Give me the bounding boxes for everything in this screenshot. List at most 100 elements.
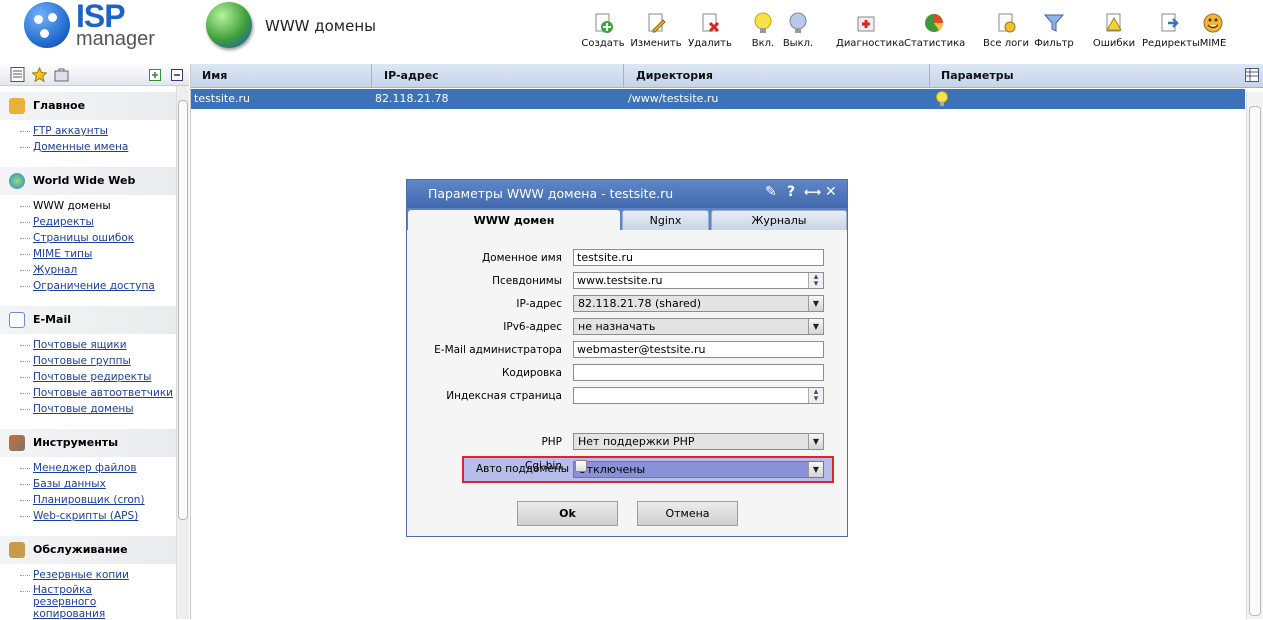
menu-group-header[interactable]: E-Mail [0, 306, 176, 334]
menu-item-mailboxes[interactable]: Почтовые ящики [20, 337, 176, 353]
charset-field[interactable] [573, 364, 824, 381]
diagnostics-button[interactable]: Диагностика [836, 12, 904, 49]
menu-item-label[interactable]: Планировщик (cron) [33, 494, 145, 506]
delete-button[interactable]: Удалить [682, 12, 738, 49]
menu-item-label[interactable]: Ограничение доступа [33, 280, 155, 292]
menu-item-redirects[interactable]: Редиректы [20, 214, 176, 230]
column-divider[interactable] [371, 64, 372, 88]
menu-item-log[interactable]: Журнал [20, 262, 176, 278]
globe-icon [206, 2, 252, 48]
admin-email-field[interactable]: webmaster@testsite.ru [573, 341, 824, 358]
menu-item-label[interactable]: Почтовые ящики [33, 339, 127, 351]
menu-item-www-domains[interactable]: WWW домены [20, 198, 176, 214]
column-header-directory[interactable]: Директория [636, 69, 713, 82]
menu-item-label[interactable]: Доменные имена [33, 141, 128, 153]
ip-select[interactable]: 82.118.21.78 (shared) ▼ [573, 295, 824, 312]
statistics-button[interactable]: Статистика [904, 12, 965, 49]
column-divider[interactable] [929, 64, 930, 88]
create-button[interactable]: Создать [575, 12, 631, 49]
menu-item-label[interactable]: Редиректы [33, 216, 94, 228]
table-row[interactable]: testsite.ru 82.118.21.78 /www/testsite.r… [191, 89, 1245, 109]
edit-button[interactable]: Изменить [628, 12, 684, 49]
redirects-button[interactable]: Редиректы [1142, 12, 1200, 49]
menu-item-mime-types[interactable]: MIME типы [20, 246, 176, 262]
menu-item-backups[interactable]: Резервные копии [20, 567, 176, 583]
chevron-down-icon[interactable]: ▼ [808, 319, 823, 334]
table-settings-icon[interactable] [1245, 68, 1259, 82]
bulb-on-icon [936, 91, 948, 106]
sidebar-scrollbar-thumb[interactable] [178, 100, 188, 520]
menu-item-cron[interactable]: Планировщик (cron) [20, 492, 176, 508]
menu-group-tools: Инструменты Менеджер файлов Базы данных … [0, 429, 176, 532]
menu-item-label[interactable]: Почтовые редиректы [33, 371, 151, 383]
aliases-field[interactable]: www.testsite.ru ▴ ▾ [573, 272, 824, 289]
menu-item-domain-names[interactable]: Доменные имена [20, 139, 176, 155]
menu-item-label[interactable]: FTP аккаунты [33, 125, 108, 137]
column-header-name[interactable]: Имя [202, 69, 227, 82]
collapse-all-icon[interactable] [171, 69, 183, 81]
table-scrollbar-thumb[interactable] [1249, 106, 1261, 616]
php-select[interactable]: Нет поддержки PHP ▼ [573, 433, 824, 450]
column-header-params[interactable]: Параметры [941, 69, 1014, 82]
menu-item-label[interactable]: Резервные копии [33, 569, 129, 581]
menu-item-label[interactable]: Менеджер файлов [33, 462, 137, 474]
menu-group-header[interactable]: Обслуживание [0, 536, 176, 564]
tab-nginx[interactable]: Nginx [622, 210, 709, 230]
menu-item-label[interactable]: Базы данных [33, 478, 106, 490]
menu-item-label[interactable]: WWW домены [33, 200, 111, 212]
expand-all-icon[interactable] [149, 69, 161, 81]
ipv6-select[interactable]: не назначать ▼ [573, 318, 824, 335]
menu-item-file-manager[interactable]: Менеджер файлов [20, 460, 176, 476]
menu-item-label[interactable]: Почтовые группы [33, 355, 131, 367]
expand-field-icon[interactable]: ▴ ▾ [808, 388, 823, 404]
chevron-down-icon[interactable]: ▼ [808, 434, 823, 449]
table-scrollbar[interactable] [1246, 92, 1263, 619]
menu-item-label[interactable]: MIME типы [33, 248, 92, 260]
dialog-titlebar[interactable]: Параметры WWW домена - testsite.ru ✎ ? ⟷… [407, 180, 847, 208]
list-icon[interactable] [10, 67, 25, 82]
favorites-star-icon[interactable] [32, 67, 47, 82]
menu-item-label[interactable]: Журнал [33, 264, 77, 276]
menu-group-header[interactable]: Инструменты [0, 429, 176, 457]
menu-item-error-pages[interactable]: Страницы ошибок [20, 230, 176, 246]
menu-item-web-scripts[interactable]: Web-скрипты (APS) [20, 508, 176, 524]
help-icon[interactable]: ? [787, 184, 795, 200]
menu-group-header[interactable]: Главное [0, 92, 176, 120]
menu-item-databases[interactable]: Базы данных [20, 476, 176, 492]
expand-field-icon[interactable]: ▴ ▾ [808, 273, 823, 289]
pin-icon[interactable]: ✎ [765, 184, 777, 200]
menu-item-access-restriction[interactable]: Ограничение доступа [20, 278, 176, 294]
index-page-field[interactable]: ▴ ▾ [573, 387, 824, 404]
ip-row: IP-адрес 82.118.21.78 (shared) ▼ [407, 294, 847, 314]
filter-button[interactable]: Фильтр [1026, 12, 1082, 49]
cancel-button[interactable]: Отмена [637, 501, 738, 526]
menu-group-header[interactable]: World Wide Web [0, 167, 176, 195]
errors-button[interactable]: Ошибки [1086, 12, 1142, 49]
menu-item-mail-domains[interactable]: Почтовые домены [20, 401, 176, 417]
disable-button[interactable]: Выкл. [770, 12, 826, 49]
menu-item-mail-groups[interactable]: Почтовые группы [20, 353, 176, 369]
sidebar-scrollbar[interactable] [176, 86, 189, 619]
menu-item-label[interactable]: Настройка резервного копирования [33, 584, 158, 620]
tab-logs[interactable]: Журналы [711, 210, 847, 230]
chevron-down-icon[interactable]: ▼ [808, 296, 823, 311]
resize-icon[interactable]: ⟷ [804, 185, 821, 199]
column-header-ip[interactable]: IP-адрес [384, 69, 439, 82]
mime-button[interactable]: MIME [1193, 12, 1233, 49]
menu-item-ftp-accounts[interactable]: FTP аккаунты [20, 123, 176, 139]
menu-item-label[interactable]: Почтовые домены [33, 403, 134, 415]
ispmanager-logo[interactable]: ISP manager [24, 0, 174, 52]
menu-item-backup-settings[interactable]: Настройка резервного копирования [20, 583, 176, 620]
menu-item-label[interactable]: Web-скрипты (APS) [33, 510, 138, 522]
close-icon[interactable]: ✕ [825, 184, 837, 200]
column-divider[interactable] [623, 64, 624, 88]
menu-item-mail-redirects[interactable]: Почтовые редиректы [20, 369, 176, 385]
ok-button[interactable]: Ok [517, 501, 618, 526]
domain-name-field[interactable]: testsite.ru [573, 249, 824, 266]
briefcase-icon[interactable] [54, 67, 69, 82]
menu-item-label[interactable]: Страницы ошибок [33, 232, 134, 244]
menu-item-label[interactable]: Почтовые автоответчики [33, 387, 173, 399]
tab-www-domain[interactable]: WWW домен [408, 210, 620, 232]
menu-item-autoresponders[interactable]: Почтовые автоответчики [20, 385, 176, 401]
cgi-checkbox[interactable] [575, 460, 587, 472]
